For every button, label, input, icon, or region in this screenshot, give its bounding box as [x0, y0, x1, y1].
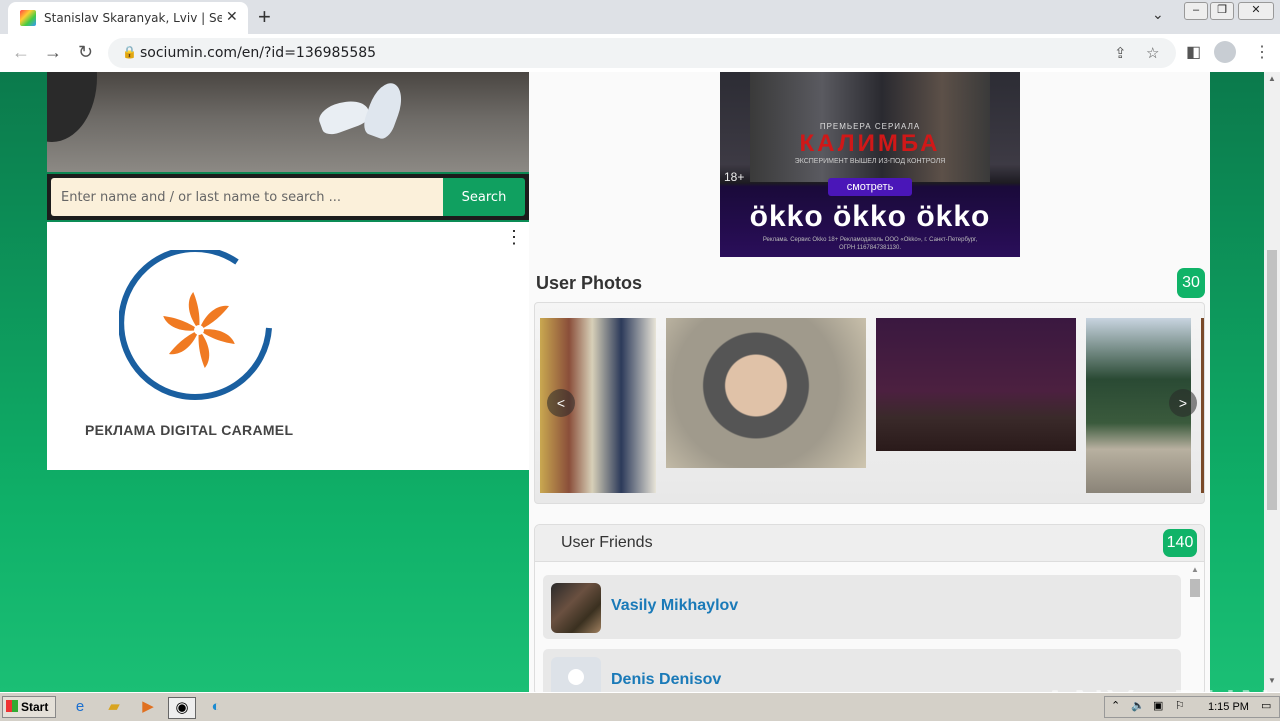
user-photos-title: User Photos [536, 273, 643, 293]
start-label: Start [21, 700, 49, 714]
poster-legal: Реклама. Сервис Okko 18+ Рекламодатель О… [762, 237, 978, 251]
poster-brand: ökko ökko ökko [749, 200, 991, 233]
digital-caramel-logo [119, 250, 272, 401]
user-photo[interactable] [666, 318, 866, 468]
page-scroll-thumb[interactable] [1267, 250, 1277, 510]
profile-avatar-icon[interactable] [1214, 41, 1236, 63]
anyrun-watermark: ANY▷RUN [1040, 682, 1273, 692]
right-column: ПРЕМЬЕРА СЕРИАЛА КАЛИМБА ЭКСПЕРИМЕНТ ВЫШ… [529, 72, 1210, 692]
back-icon[interactable]: ← [12, 42, 30, 63]
user-photo[interactable] [876, 318, 1076, 451]
share-icon[interactable]: ⇪ [1114, 44, 1127, 62]
scroll-up-icon[interactable]: ▲ [1191, 565, 1199, 574]
friend-avatar[interactable] [551, 583, 601, 633]
search-input[interactable] [51, 178, 443, 216]
system-tray: ⌃ 🔈 ▣ ⚐ ▭ [1104, 696, 1280, 718]
minimize-icon[interactable]: – [1184, 2, 1208, 20]
carousel-next-button[interactable]: > [1169, 389, 1197, 417]
hero-shoe-left [315, 94, 373, 138]
page-scrollbar[interactable]: ▲ ▼ [1264, 72, 1280, 692]
close-window-icon[interactable]: ✕ [1238, 2, 1274, 20]
new-tab-icon[interactable]: + [258, 4, 271, 30]
friends-count-badge: 140 [1163, 529, 1197, 557]
photo-carousel: < > [534, 302, 1205, 504]
browser-tab[interactable]: Stanislav Skaranyak, Lviv | Search In ✕ [8, 2, 248, 34]
lock-icon[interactable]: 🔒 [122, 45, 137, 59]
friend-name-link[interactable]: Vasily Mikhaylov [611, 597, 738, 615]
friend-item[interactable]: Vasily Mikhaylov [543, 575, 1181, 639]
tab-strip: Stanislav Skaranyak, Lviv | Search In ✕ … [0, 0, 1280, 34]
okko-ad-poster[interactable]: ПРЕМЬЕРА СЕРИАЛА КАЛИМБА ЭКСПЕРИМЕНТ ВЫШ… [720, 72, 1020, 257]
forward-icon[interactable]: → [44, 42, 62, 63]
poster-age-rating: 18+ [724, 170, 745, 184]
menu-kebab-icon[interactable]: ⋮ [1254, 42, 1270, 62]
user-photo[interactable] [1201, 318, 1204, 493]
default-avatar-icon[interactable] [551, 657, 601, 692]
windows-logo-icon [6, 700, 18, 712]
site-favicon-icon [20, 10, 36, 26]
scroll-up-icon[interactable]: ▲ [1268, 74, 1276, 83]
tab-title: Stanislav Skaranyak, Lviv | Search In [44, 11, 222, 25]
user-friends-title: User Friends [561, 534, 653, 551]
taskbar-clock: 1:15 PM [1208, 701, 1249, 713]
poster-title: КАЛИМБА [799, 130, 941, 157]
url-text[interactable]: sociumin.com/en/?id=136985585 [140, 45, 376, 61]
edge-icon[interactable]: ◐ [206, 697, 226, 717]
restore-icon[interactable]: ❐ [1210, 2, 1234, 20]
friend-name-link[interactable]: Denis Denisov [611, 671, 721, 689]
hero-tire [47, 72, 97, 142]
address-bar[interactable]: 🔒 sociumin.com/en/?id=136985585 ⇪ ☆ [108, 38, 1176, 68]
tray-expand-icon[interactable]: ⌃ [1111, 699, 1120, 712]
volume-icon[interactable]: 🔈 [1131, 699, 1145, 712]
start-button[interactable]: Start [2, 696, 56, 718]
ie-icon[interactable]: e [70, 697, 90, 717]
logo-swirl [163, 292, 235, 368]
flag-icon[interactable]: ⚐ [1175, 699, 1185, 712]
page-viewport: Search ⋮ РЕКЛАМА DIGITAL CARAMEL [0, 72, 1280, 692]
carousel-prev-button[interactable]: < [547, 389, 575, 417]
hero-shoe-right [360, 78, 408, 142]
close-tab-icon[interactable]: ✕ [226, 8, 238, 25]
ad-banner[interactable]: ⋮ РЕКЛАМА DIGITAL CARAMEL [47, 222, 529, 470]
user-friends-panel: User Friends 140 Vasily Mikhaylov Denis … [534, 524, 1205, 692]
photos-count-badge: 30 [1177, 268, 1205, 298]
reload-icon[interactable]: ↻ [78, 42, 93, 63]
media-player-icon[interactable]: ▶ [138, 697, 158, 717]
chrome-icon[interactable]: ◉ [168, 697, 196, 719]
search-bar: Search [47, 174, 529, 220]
chevron-down-icon[interactable]: ⌄ [1152, 6, 1164, 23]
bookmark-star-icon[interactable]: ☆ [1146, 44, 1159, 62]
ad-caption: РЕКЛАМА DIGITAL CARAMEL [85, 422, 294, 438]
poster-watch-button[interactable]: смотреть [828, 178, 912, 196]
side-panel-icon[interactable]: ◧ [1186, 42, 1201, 62]
taskbar: Start e ▰ ▶ ◉ ◐ ⌃ 🔈 ▣ ⚐ ▭ 1:15 PM [0, 692, 1280, 721]
show-desktop-icon[interactable]: ▭ [1261, 699, 1271, 712]
toolbar: ← → ↻ 🔒 sociumin.com/en/?id=136985585 ⇪ … [0, 34, 1280, 73]
search-button[interactable]: Search [443, 178, 525, 216]
friends-header: User Friends 140 [535, 525, 1204, 562]
hero-image [47, 72, 529, 172]
ad-options-icon[interactable]: ⋮ [505, 228, 523, 246]
network-icon[interactable]: ▣ [1153, 699, 1163, 712]
explorer-folder-icon[interactable]: ▰ [104, 697, 124, 717]
poster-subtitle: ЭКСПЕРИМЕНТ ВЫШЕЛ ИЗ-ПОД КОНТРОЛЯ [794, 158, 946, 165]
friends-scrollbar[interactable]: ▲ [1189, 563, 1201, 692]
scroll-thumb[interactable] [1190, 579, 1200, 597]
